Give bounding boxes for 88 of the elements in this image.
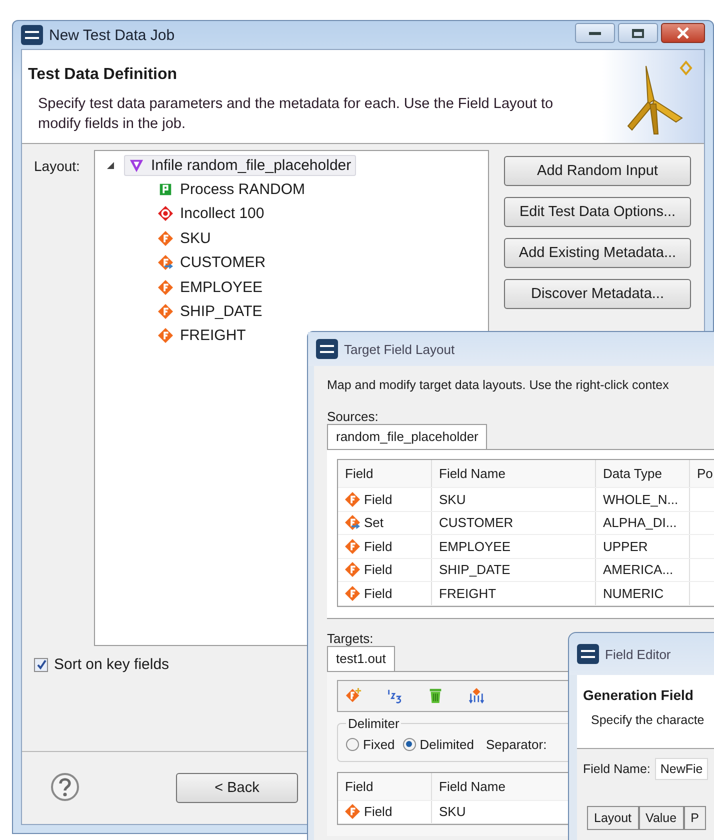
sort-fields-icon[interactable] (468, 687, 485, 704)
logo-icon (21, 25, 43, 45)
column-header[interactable]: Po (690, 460, 714, 487)
table-cell: Field (338, 488, 432, 510)
sources-label: Sources: (327, 409, 380, 424)
action-button[interactable]: Add Random Input (504, 156, 691, 186)
page-description: Specify test data parameters and the metadata for each. Use the Field Layout to modify fields in the job. (38, 95, 554, 134)
field-icon (158, 328, 173, 344)
table-cell: SKU (432, 488, 596, 510)
field-icon (345, 586, 360, 601)
add-field-icon[interactable] (345, 687, 362, 704)
tree-item[interactable]: Incollect 100 (153, 203, 270, 224)
tree-item[interactable]: Infile random_file_placeholder (124, 154, 356, 176)
radio-label: Delimited (420, 736, 474, 752)
table-cell: Field (338, 800, 432, 823)
column-header[interactable]: Field Name (432, 772, 562, 800)
expand-icon[interactable] (107, 162, 114, 169)
close-button[interactable] (661, 23, 705, 43)
logo-icon (577, 644, 599, 664)
action-button[interactable]: Add Existing Metadata... (504, 238, 691, 268)
window-title: New Test Data Job (49, 26, 175, 44)
column-header[interactable]: Value (638, 806, 684, 830)
column-header[interactable]: Field Name (432, 460, 596, 487)
page-title: Generation Field (583, 687, 694, 703)
group-label: Delimiter (347, 716, 400, 730)
field-icon (345, 538, 360, 554)
process-icon (158, 182, 173, 198)
window-title: Target Field Layout (344, 342, 455, 356)
table-cell: FREIGHT (432, 582, 596, 604)
table-cell: UPPER (596, 535, 690, 558)
column-header[interactable]: Field (338, 772, 432, 800)
radio-label: Fixed (363, 736, 395, 752)
funnel-icon (129, 158, 144, 173)
collect-icon (158, 206, 173, 222)
set-field-icon (345, 515, 360, 530)
set-field-icon (158, 255, 173, 270)
dialog-description: Map and modify target data layouts. Use the right-click contex (327, 378, 670, 392)
maximize-button[interactable] (618, 23, 658, 43)
action-button[interactable]: Edit Test Data Options... (504, 197, 691, 227)
tree-item[interactable]: EMPLOYEE (153, 276, 268, 298)
back-button[interactable]: < Back (176, 773, 298, 803)
close-icon (676, 27, 690, 39)
action-button[interactable]: Discover Metadata... (504, 279, 691, 309)
table-cell: WHOLE_N... (596, 488, 690, 510)
tree-item[interactable]: SKU (153, 228, 216, 249)
field-icon (158, 280, 173, 295)
field-icon (345, 562, 360, 578)
field-icon (158, 230, 173, 246)
table-cell: Field (338, 535, 432, 558)
table-cell: Field (338, 582, 432, 604)
source-tab[interactable]: random_file_placeholder (327, 424, 488, 449)
page-description: Specify the characte (591, 713, 706, 727)
field-name-label: Field Name: (583, 762, 650, 776)
tree-item[interactable]: FREIGHT (153, 325, 251, 346)
table-cell: ALPHA_DI... (596, 512, 690, 534)
targets-label: Targets: (327, 630, 374, 646)
tree-item[interactable]: CUSTOMER (153, 252, 271, 274)
column-header[interactable]: Data Type (596, 460, 690, 487)
separator-label: Separator: (486, 736, 547, 752)
table-cell: SHIP_DATE (432, 558, 596, 581)
radio-button[interactable] (346, 738, 359, 750)
tree-item[interactable]: SHIP_DATE (153, 301, 268, 322)
layout-label: Layout: (34, 158, 81, 176)
tree-item[interactable]: Process RANDOM (153, 179, 310, 200)
radio-button[interactable] (402, 738, 416, 750)
column-header[interactable]: Field (338, 460, 432, 487)
table-cell: AMERICA... (596, 558, 690, 581)
table-cell: Field (338, 558, 432, 581)
table-cell: Set (338, 512, 432, 534)
target-tab[interactable]: test1.out (327, 646, 395, 670)
field-icon (158, 304, 173, 320)
logo-icon (316, 339, 338, 359)
page-title: Test Data Definition (28, 66, 178, 84)
field-icon (345, 804, 360, 820)
table-cell: NUMERIC (596, 582, 690, 604)
table-cell-text: SKU (438, 803, 467, 822)
numbering-icon[interactable] (386, 687, 403, 704)
column-header[interactable]: Layout (587, 806, 639, 830)
minimize-button[interactable] (575, 23, 615, 43)
table-cell: CUSTOMER (432, 512, 596, 534)
window-title: Field Editor (605, 646, 671, 662)
trash-icon[interactable] (427, 687, 444, 704)
column-header[interactable]: P (684, 806, 706, 830)
field-icon (345, 492, 360, 507)
checkbox[interactable] (34, 658, 48, 672)
table-cell: EMPLOYEE (432, 535, 596, 558)
checkbox-label: Sort on key fields (54, 656, 170, 673)
field-name-input[interactable]: NewFie (655, 758, 708, 780)
